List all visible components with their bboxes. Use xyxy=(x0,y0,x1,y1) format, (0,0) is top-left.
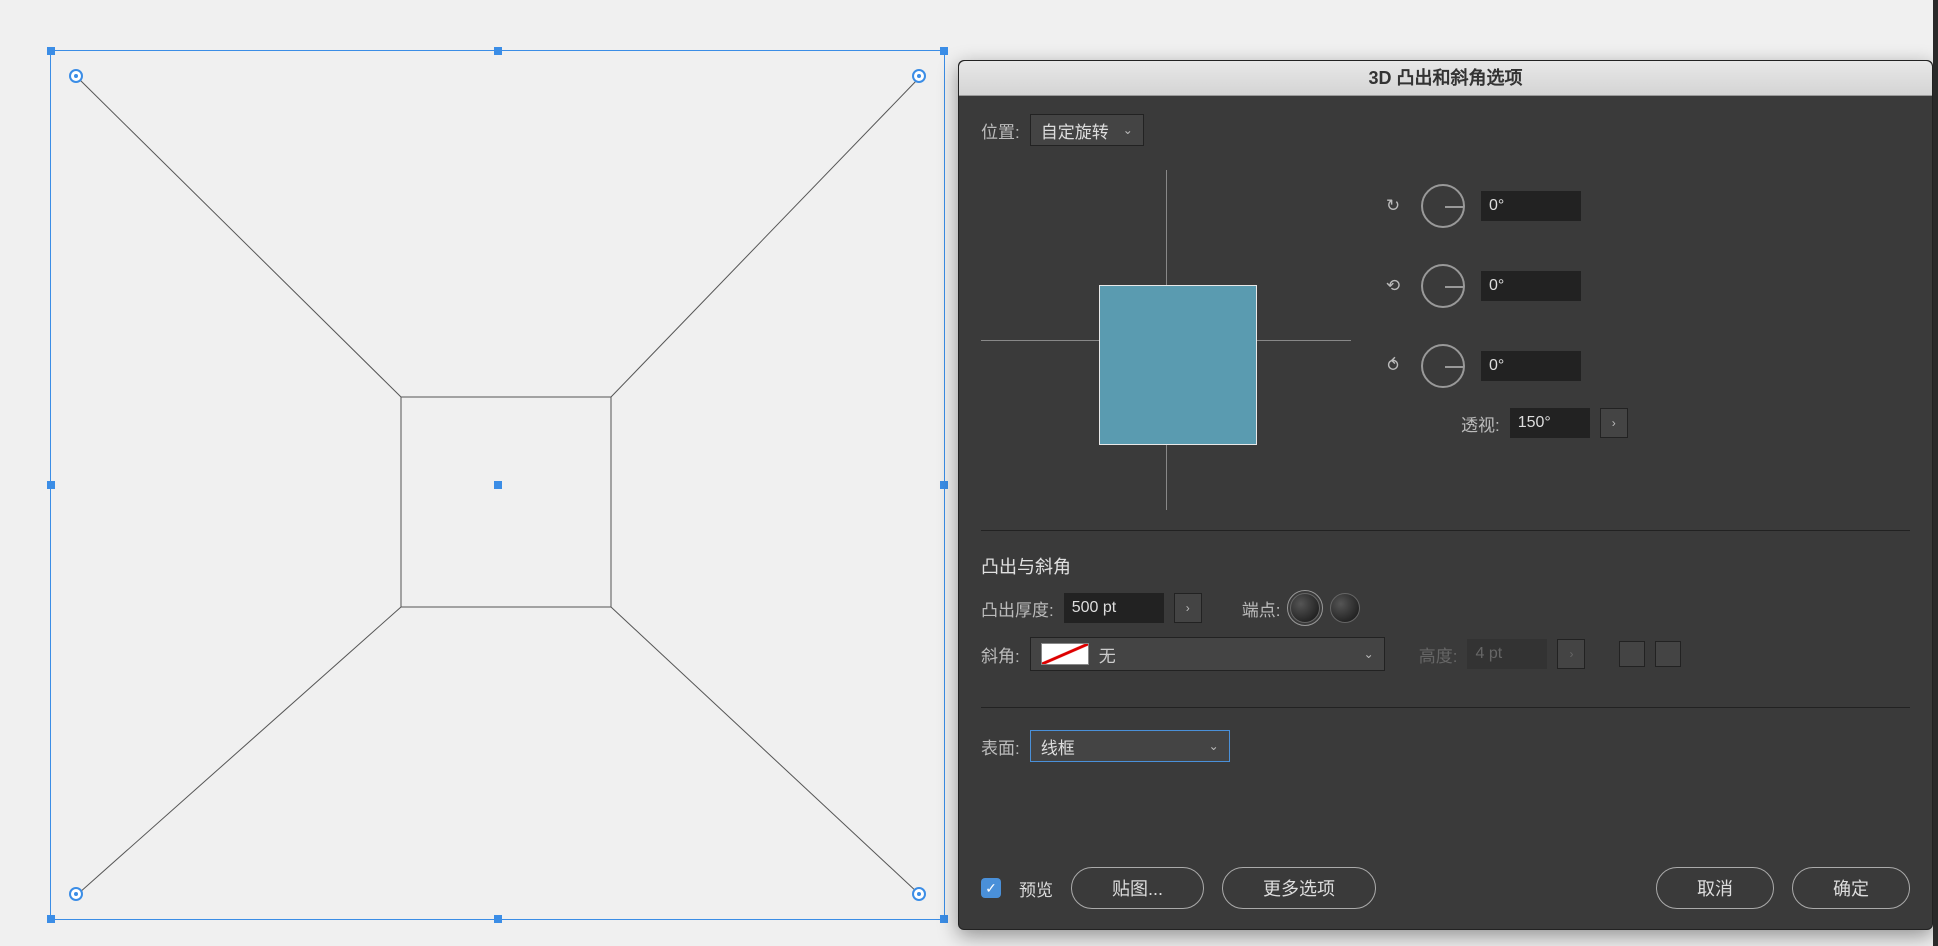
rotate-y-icon: ⟲ xyxy=(1381,276,1405,296)
rotation-x-dial[interactable] xyxy=(1421,184,1465,228)
rotate-x-icon: ↻ xyxy=(1381,196,1405,216)
cap-on-button[interactable] xyxy=(1290,593,1320,623)
rotate-z-icon: ⥀ xyxy=(1381,356,1405,376)
surface-value: 线框 xyxy=(1041,734,1075,759)
extrude-bevel-dialog: 3D 凸出和斜角选项 位置: 自定旋转 ⌄ ↻ xyxy=(958,60,1933,930)
perspective-label: 透视: xyxy=(1461,411,1500,436)
position-value: 自定旋转 xyxy=(1041,118,1109,143)
rotation-x-input[interactable] xyxy=(1481,191,1581,221)
cap-off-button[interactable] xyxy=(1330,593,1360,623)
selection-handle[interactable] xyxy=(940,47,948,55)
extrude-depth-input[interactable] xyxy=(1064,593,1164,623)
bevel-label: 斜角: xyxy=(981,642,1020,667)
rotation-trackball[interactable] xyxy=(981,170,1351,510)
preview-label: 预览 xyxy=(1019,876,1053,901)
anchor-point[interactable] xyxy=(912,69,926,83)
extrude-section-title: 凸出与斜角 xyxy=(981,553,1910,579)
bevel-extent-in-icon xyxy=(1619,641,1645,667)
rotation-y-input[interactable] xyxy=(1481,271,1581,301)
ok-button[interactable]: 确定 xyxy=(1792,867,1910,909)
cancel-button[interactable]: 取消 xyxy=(1656,867,1774,909)
position-label: 位置: xyxy=(981,118,1020,143)
perspective-stepper[interactable]: › xyxy=(1600,408,1628,438)
selection-handle[interactable] xyxy=(47,47,55,55)
selection-handle[interactable] xyxy=(940,481,948,489)
extrude-depth-label: 凸出厚度: xyxy=(981,596,1054,621)
map-art-button[interactable]: 贴图... xyxy=(1071,867,1204,909)
anchor-point[interactable] xyxy=(912,887,926,901)
selection-handle[interactable] xyxy=(494,47,502,55)
bevel-value: 无 xyxy=(1099,642,1116,667)
bevel-extent-out-icon xyxy=(1655,641,1681,667)
preview-checkbox[interactable]: ✓ xyxy=(981,878,1001,898)
rotation-z-dial[interactable] xyxy=(1421,344,1465,388)
perspective-input[interactable] xyxy=(1510,408,1590,438)
extrude-depth-stepper[interactable]: › xyxy=(1174,593,1202,623)
selection-bounding-box xyxy=(50,50,945,920)
artboard-canvas[interactable] xyxy=(0,0,955,946)
bevel-height-stepper: › xyxy=(1557,639,1585,669)
panel-dock-edge xyxy=(1933,0,1938,946)
selection-handle[interactable] xyxy=(494,915,502,923)
chevron-down-icon: ⌄ xyxy=(1209,739,1219,753)
dialog-titlebar[interactable]: 3D 凸出和斜角选项 xyxy=(959,61,1932,96)
center-marker xyxy=(494,481,502,489)
bevel-height-label: 高度: xyxy=(1419,642,1458,667)
chevron-down-icon: ⌄ xyxy=(1123,123,1133,137)
cap-label: 端点: xyxy=(1242,596,1281,621)
rotation-z-input[interactable] xyxy=(1481,351,1581,381)
rotation-preview-cube xyxy=(1099,285,1257,445)
selection-handle[interactable] xyxy=(47,915,55,923)
surface-dropdown[interactable]: 线框 ⌄ xyxy=(1030,730,1230,762)
none-swatch-icon xyxy=(1041,643,1089,665)
surface-label: 表面: xyxy=(981,734,1020,759)
position-dropdown[interactable]: 自定旋转 ⌄ xyxy=(1030,114,1144,146)
more-options-button[interactable]: 更多选项 xyxy=(1222,867,1376,909)
rotation-y-dial[interactable] xyxy=(1421,264,1465,308)
chevron-down-icon: ⌄ xyxy=(1364,647,1374,661)
anchor-point[interactable] xyxy=(69,887,83,901)
selection-handle[interactable] xyxy=(940,915,948,923)
bevel-height-input xyxy=(1467,639,1547,669)
selection-handle[interactable] xyxy=(47,481,55,489)
anchor-point[interactable] xyxy=(69,69,83,83)
bevel-dropdown[interactable]: 无 ⌄ xyxy=(1030,637,1385,671)
